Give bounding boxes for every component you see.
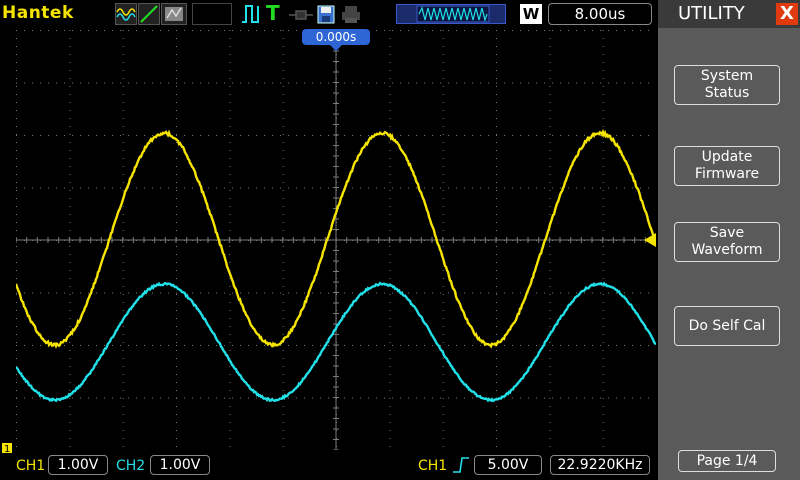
save-icon[interactable] <box>316 3 336 25</box>
line-mode-icon[interactable] <box>138 3 160 25</box>
svg-text:1: 1 <box>4 444 10 455</box>
ch2-scale[interactable]: 1.00V <box>150 455 210 475</box>
update-firmware-button[interactable]: Update Firmware <box>674 146 780 186</box>
ch1-label: CH1 <box>16 458 45 474</box>
menu-title-bar: UTILITY X <box>658 0 800 28</box>
utility-menu: UTILITY X System Status Update Firmware … <box>658 0 800 480</box>
ch1-ground-marker: 1 <box>0 440 14 454</box>
trigger-type-icon: T <box>266 1 280 25</box>
ch1-scale[interactable]: 1.00V <box>48 455 108 475</box>
trigger-source-label: CH1 <box>418 458 447 474</box>
wave-mode-icon[interactable] <box>115 3 137 25</box>
window-mode-badge: W <box>520 4 542 24</box>
trigger-level-marker <box>644 233 656 247</box>
waveform-canvas <box>16 30 656 450</box>
timebase-display[interactable]: 8.00us <box>548 3 652 25</box>
menu-title: UTILITY <box>678 0 745 28</box>
trigger-level[interactable]: 5.00V <box>474 455 542 475</box>
brand-logo: Hantek <box>2 3 74 23</box>
trigger-position-marker <box>330 45 342 51</box>
trigger-edge-icon[interactable] <box>240 3 262 25</box>
rising-edge-icon <box>452 456 470 474</box>
ch2-label: CH2 <box>116 458 145 474</box>
trigger-position-label[interactable]: 0.000s <box>302 29 370 45</box>
self-cal-button[interactable]: Do Self Cal <box>674 306 780 346</box>
system-status-button[interactable]: System Status <box>674 65 780 105</box>
memory-waveform-icon <box>396 4 506 24</box>
close-button[interactable]: X <box>776 3 798 25</box>
frequency-readout: 22.9220KHz <box>550 455 650 475</box>
page-button[interactable]: Page 1/4 <box>678 450 776 472</box>
graticule <box>16 30 656 450</box>
probe-icon <box>288 6 314 24</box>
status-slot <box>192 3 232 25</box>
scope-display <box>16 30 656 450</box>
print-icon[interactable] <box>340 3 362 25</box>
save-waveform-button[interactable]: Save Waveform <box>674 222 780 262</box>
persist-mode-icon[interactable] <box>161 3 187 25</box>
